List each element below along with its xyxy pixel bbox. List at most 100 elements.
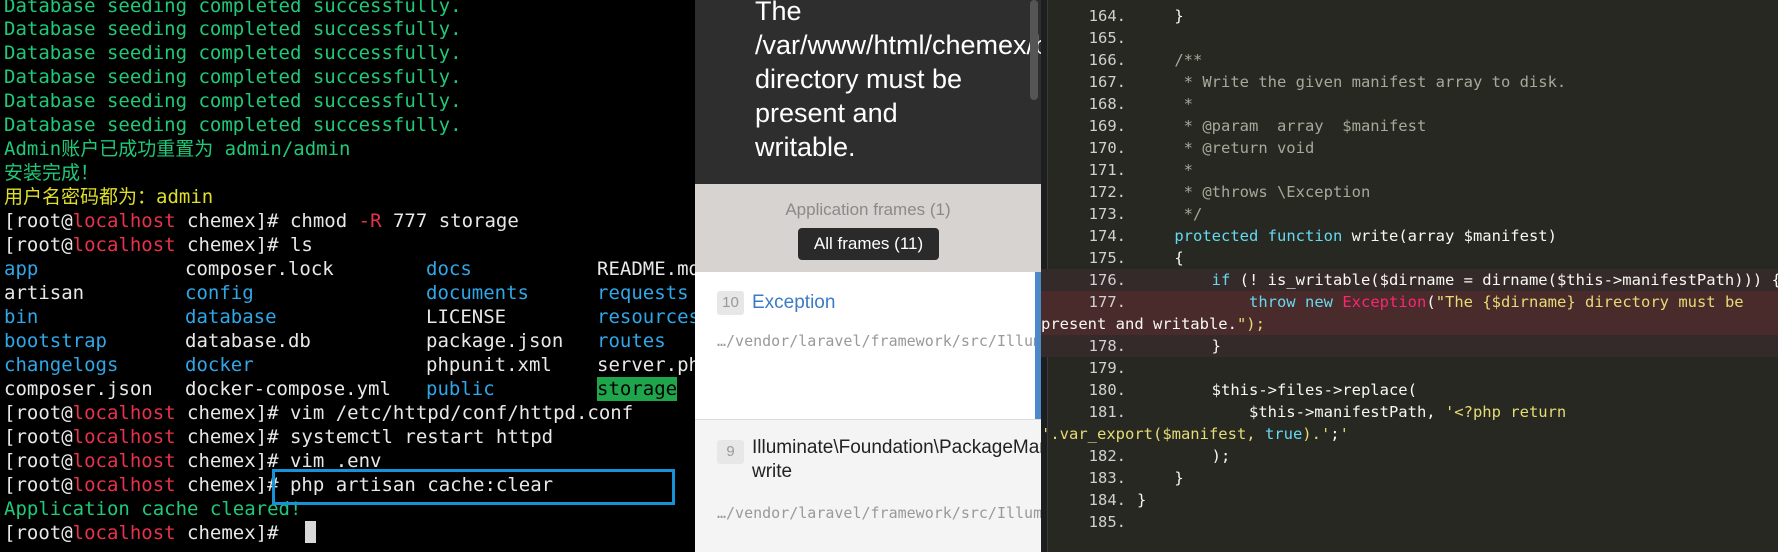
- code-line-text: */: [1137, 205, 1203, 223]
- code-line-text: }: [1137, 491, 1147, 509]
- code-line-number: 176.: [1088, 271, 1126, 289]
- prompt-open: [root@: [4, 234, 73, 256]
- code-line-text: protected function write(array $manifest…: [1174, 227, 1557, 245]
- stack-frame-active[interactable]: 10 Exception …/vendor/laravel/framework/…: [695, 272, 1041, 419]
- stack-frame[interactable]: 9 Illuminate\Foundation\PackageManifest …: [695, 420, 1041, 552]
- code-line-number: 166.: [1088, 51, 1126, 69]
- ls-entry-storage: storage: [597, 377, 678, 401]
- code-line: 173. */: [1041, 203, 1778, 225]
- prompt-dir: chemex]#: [175, 402, 290, 424]
- ls-entry: app: [4, 258, 39, 280]
- code-line-number: 169.: [1088, 117, 1126, 135]
- terminal-output-line: Database seeding completed successfully.: [4, 66, 462, 88]
- code-line-text: * @param array $manifest: [1137, 117, 1427, 135]
- ls-entry: package.json: [426, 330, 564, 352]
- code-line-number: 179.: [1088, 359, 1126, 377]
- code-line: 175. {: [1041, 247, 1778, 269]
- code-line: 171. *: [1041, 159, 1778, 181]
- code-line: 183. }: [1041, 467, 1778, 489]
- frame-path-text: …/vendor/laravel/framework/src/Illuminat…: [717, 332, 1041, 350]
- ls-entry: changelogs: [4, 354, 119, 376]
- code-line-number: 167.: [1088, 73, 1126, 91]
- code-line: 181. $this->manifestPath, '<?php return: [1041, 401, 1778, 423]
- ls-entry: composer.lock: [185, 258, 334, 280]
- terminal-prompt-line[interactable]: [root@localhost chemex]#: [4, 521, 290, 545]
- all-frames-toggle[interactable]: All frames (11): [798, 228, 939, 260]
- code-line-text: $this->manifestPath, '<?php return: [1137, 403, 1567, 421]
- prompt-open: [root@: [4, 474, 73, 496]
- terminal-output-line: Database seeding completed successfully.: [4, 90, 462, 112]
- code-line-number: 180.: [1088, 381, 1126, 399]
- prompt-host: localhost: [72, 522, 176, 544]
- ls-entry: composer.json: [4, 378, 153, 400]
- code-line: 185.: [1041, 511, 1778, 533]
- terminal-window[interactable]: Database seeding completed successfully.…: [0, 0, 695, 552]
- code-line-number: 182.: [1088, 447, 1126, 465]
- code-line-text: * Write the given manifest array to disk…: [1137, 73, 1567, 91]
- ls-entry: artisan: [4, 282, 85, 304]
- code-line-text: }: [1137, 469, 1184, 487]
- code-line: 165.: [1041, 27, 1778, 49]
- prompt-open: [root@: [4, 210, 73, 232]
- prompt-host: localhost: [72, 450, 176, 472]
- code-line-text: * @return void: [1137, 139, 1315, 157]
- ls-entry: phpunit.xml: [426, 354, 552, 376]
- ls-entry: bootstrap: [4, 330, 107, 352]
- code-line-number: 184.: [1088, 491, 1126, 509]
- code-line: 168. *: [1041, 93, 1778, 115]
- prompt-open: [root@: [4, 426, 73, 448]
- ls-entry: documents: [426, 282, 529, 304]
- prompt-host: localhost: [72, 210, 176, 232]
- code-line-number: 165.: [1088, 29, 1126, 47]
- frame-title: Exception: [752, 292, 836, 313]
- install-done-message: 安装完成！: [4, 162, 100, 184]
- code-viewer: 164. } 165. 166. /** 167. * Write the given…: [1041, 0, 1778, 552]
- application-frames-toggle[interactable]: Application frames (1): [695, 200, 1041, 220]
- terminal-output-line: Database seeding completed successfully.: [4, 0, 462, 17]
- code-line: 179.: [1041, 357, 1778, 379]
- code-line-number: 181.: [1088, 403, 1126, 421]
- prompt-host: localhost: [72, 402, 176, 424]
- credentials-message: 用户名密码都为：admin: [4, 185, 213, 209]
- ls-entry: LICENSE: [426, 306, 507, 328]
- code-line: present and writable.");: [1041, 313, 1778, 335]
- credentials-value: admin: [156, 186, 214, 208]
- ls-entry: resources: [597, 306, 695, 328]
- prompt-open: [root@: [4, 522, 73, 544]
- stack-frames-panel: The /var/www/html/chemex/bootstrap/cache…: [695, 0, 1041, 552]
- ls-entry: public: [426, 378, 495, 400]
- command-text: ls: [289, 234, 313, 256]
- code-line: 174. protected function write(array $man…: [1041, 225, 1778, 247]
- credentials-label: 用户名密码都为：: [4, 186, 157, 208]
- code-line-text: );: [1137, 447, 1231, 465]
- terminal-output-line: Database seeding completed successfully.: [4, 42, 462, 64]
- ls-entry: docs: [426, 258, 472, 280]
- code-line: 172. * @throws \Exception: [1041, 181, 1778, 203]
- terminal-command-line: [root@localhost chemex]# vim /etc/httpd/…: [4, 401, 633, 425]
- code-line-text: }: [1137, 7, 1184, 25]
- prompt-host: localhost: [72, 474, 176, 496]
- command-text: vim /etc/httpd/conf/httpd.conf: [289, 402, 634, 424]
- ls-entry: bin: [4, 306, 39, 328]
- prompt-dir: chemex]#: [175, 522, 290, 544]
- code-line-number: 174.: [1088, 227, 1126, 245]
- code-line-number: 171.: [1088, 161, 1126, 179]
- terminal-command-line: [root@localhost chemex]# systemctl resta…: [4, 425, 553, 449]
- cache-cleared-message: Application cache cleared!: [4, 498, 302, 520]
- message-scrollbar[interactable]: [1030, 0, 1038, 100]
- prompt-host: localhost: [72, 426, 176, 448]
- code-line-text: /**: [1137, 51, 1203, 69]
- ls-entry: docker: [185, 354, 254, 376]
- frame-path: …/vendor/laravel/framework/src/Illuminat…: [717, 504, 1041, 522]
- code-line-text: *: [1137, 95, 1193, 113]
- terminal-output-line: Database seeding completed successfully.: [4, 114, 462, 136]
- code-line: 164. }: [1041, 5, 1778, 27]
- frame-number: 9: [717, 440, 744, 464]
- command-text: chmod: [289, 210, 359, 232]
- exception-message-box: The /var/www/html/chemex/bootstrap/cache…: [695, 0, 1041, 184]
- ls-entry: requests: [597, 282, 689, 304]
- code-line-text: {: [1137, 249, 1184, 267]
- ls-entry: database: [185, 306, 277, 328]
- code-line: 176. if (! is_writable($dirname = dirnam…: [1041, 269, 1778, 291]
- code-line-text: * @throws \Exception: [1137, 183, 1371, 201]
